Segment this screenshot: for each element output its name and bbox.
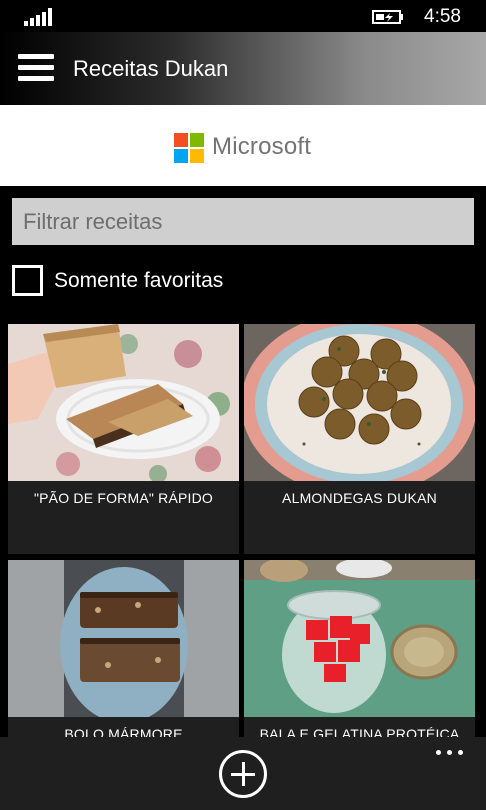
ellipsis-icon[interactable]: [436, 747, 466, 757]
filter-recipes-input[interactable]: [12, 198, 474, 245]
clock: 4:58: [424, 6, 461, 27]
page-title: Receitas Dukan: [73, 56, 229, 81]
favorites-label: Somente favoritas: [54, 269, 224, 292]
recipe-tile[interactable]: BALA E GELATINA PROTÉICA: [244, 560, 475, 737]
recipe-tile[interactable]: ALMONDEGAS DUKAN: [244, 324, 475, 554]
recipe-title: BOLO MÁRMORE: [64, 726, 183, 737]
recipe-title: ALMONDEGAS DUKAN: [282, 490, 437, 506]
microsoft-logo-icon: [174, 133, 205, 164]
ad-banner[interactable]: Microsoft: [0, 105, 486, 186]
recipe-photo-meatballs: [244, 324, 475, 481]
app-header: Receitas Dukan: [0, 32, 486, 105]
recipe-title: "PÃO DE FORMA" RÁPIDO: [33, 490, 214, 506]
status-bar: 4:58: [0, 0, 486, 32]
app-bar: [0, 737, 486, 810]
favorites-checkbox[interactable]: [12, 265, 43, 296]
hamburger-icon[interactable]: [18, 54, 54, 82]
ad-brand-text: Microsoft: [212, 133, 312, 160]
recipe-tile[interactable]: "PÃO DE FORMA" RÁPIDO: [8, 324, 239, 554]
recipe-tile[interactable]: BOLO MÁRMORE: [8, 560, 239, 737]
add-circle-icon[interactable]: [219, 750, 267, 798]
battery-charging-icon: [372, 10, 403, 24]
recipe-photo-marble-cake: [8, 560, 239, 717]
recipe-photo-gelatin-candy: [244, 560, 475, 717]
recipe-photo-bread: [8, 324, 239, 481]
signal-bars-icon: [24, 8, 56, 26]
recipe-title: BALA E GELATINA PROTÉICA: [259, 726, 460, 737]
